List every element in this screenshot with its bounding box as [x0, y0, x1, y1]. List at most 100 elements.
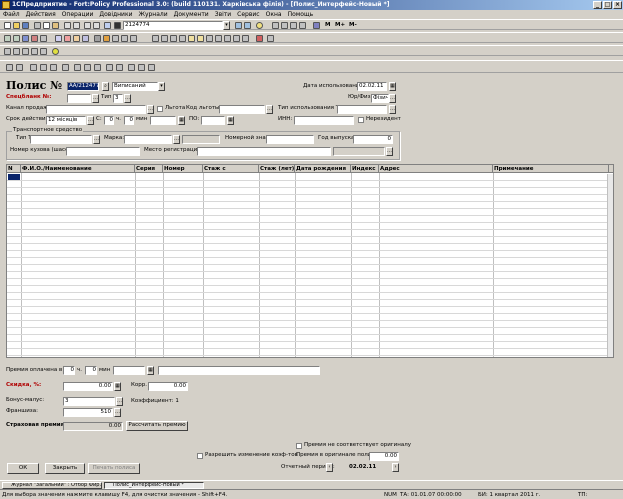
- policy-icon[interactable]: [55, 35, 62, 42]
- arrow-up-icon[interactable]: [84, 64, 91, 71]
- razreshit-checkbox[interactable]: [197, 453, 203, 459]
- settings-icon[interactable]: [267, 35, 274, 42]
- monitor-icon[interactable]: [313, 22, 320, 29]
- menu-file[interactable]: Файл: [0, 11, 23, 18]
- m-icon[interactable]: M: [325, 21, 330, 30]
- ok-button[interactable]: ОК: [7, 463, 39, 474]
- new-doc-icon[interactable]: [4, 22, 11, 29]
- col-nomer[interactable]: Номер: [163, 165, 203, 173]
- tip-use-field[interactable]: [337, 105, 387, 114]
- search-down-icon[interactable]: [244, 22, 251, 29]
- page-2-icon[interactable]: [215, 35, 222, 42]
- clipboard-icon[interactable]: [290, 22, 297, 29]
- tool-c-icon[interactable]: [22, 48, 29, 55]
- lgota-code-dropdown-icon[interactable]: …: [266, 105, 273, 114]
- status-dropdown-icon[interactable]: ▾: [158, 82, 165, 91]
- grid-2-icon[interactable]: [161, 35, 168, 42]
- yur-fiz-dropdown-icon[interactable]: …: [389, 94, 396, 103]
- money-icon[interactable]: [103, 35, 110, 42]
- po-date-calendar-icon[interactable]: ▦: [227, 116, 234, 125]
- menu-directories[interactable]: Довідники: [96, 11, 135, 18]
- marka-field[interactable]: [124, 135, 172, 144]
- search-dropdown-icon[interactable]: ▾: [223, 21, 230, 30]
- page-icon[interactable]: [206, 35, 213, 42]
- flag-icon[interactable]: [64, 35, 71, 42]
- filter-off-icon[interactable]: [138, 64, 145, 71]
- menu-operations[interactable]: Операции: [59, 11, 97, 18]
- skidka-field[interactable]: 0.00: [63, 382, 113, 391]
- menu-actions[interactable]: Действия: [23, 11, 59, 18]
- channel-dropdown-icon[interactable]: …: [147, 105, 154, 114]
- phone-icon[interactable]: [112, 35, 119, 42]
- tip-field[interactable]: 3: [113, 94, 123, 103]
- minimize-button[interactable]: _: [593, 1, 602, 9]
- bonus-malus-field[interactable]: 3: [63, 397, 115, 406]
- col-seriya[interactable]: Серия: [135, 165, 163, 173]
- preview-icon[interactable]: [73, 22, 80, 29]
- save-icon[interactable]: [22, 22, 29, 29]
- ne-sootv-checkbox[interactable]: [296, 443, 302, 449]
- col-stazh-s[interactable]: Стаж с: [203, 165, 259, 173]
- menu-help[interactable]: Помощь: [285, 11, 317, 18]
- open-folder-icon[interactable]: [13, 22, 20, 29]
- print-button[interactable]: Печать полиса: [88, 463, 140, 474]
- polis-number-field[interactable]: АА/2124774: [67, 82, 99, 91]
- col-birth-date[interactable]: Дата рождения: [295, 165, 351, 173]
- premiya-date-field[interactable]: [113, 366, 145, 375]
- form-action-2-icon[interactable]: [16, 64, 23, 71]
- folder-2-icon[interactable]: [197, 35, 204, 42]
- tool-e-icon[interactable]: [40, 48, 47, 55]
- franshiza-dropdown-icon[interactable]: …: [114, 408, 121, 417]
- print-icon[interactable]: [64, 22, 71, 29]
- cursor-icon[interactable]: [148, 64, 155, 71]
- sort-asc-icon[interactable]: [106, 64, 113, 71]
- nerezident-checkbox[interactable]: [358, 117, 364, 123]
- form-action-3-icon[interactable]: [30, 64, 37, 71]
- col-address[interactable]: Адрес: [379, 165, 493, 173]
- date-use-calendar-icon[interactable]: ▦: [389, 82, 396, 91]
- directory-icon[interactable]: [22, 35, 29, 42]
- form-action-7-icon[interactable]: [74, 64, 81, 71]
- close-window-button[interactable]: ×: [613, 1, 622, 9]
- skidka-calc-icon[interactable]: ▦: [114, 382, 121, 391]
- form-action-5-icon[interactable]: [50, 64, 57, 71]
- c-hour-field[interactable]: 0: [104, 116, 114, 125]
- premiya-extra-field[interactable]: [158, 366, 320, 375]
- special-blank-dropdown-icon[interactable]: …: [92, 94, 99, 103]
- nomer-field[interactable]: [266, 135, 314, 144]
- m-minus-icon[interactable]: M-: [349, 21, 357, 30]
- grid-3-icon[interactable]: [170, 35, 177, 42]
- tip-ts-field[interactable]: [30, 135, 92, 144]
- form-action-4-icon[interactable]: [40, 64, 47, 71]
- task-polis[interactable]: Полис_Интерфейс-Новый *: [104, 482, 204, 489]
- person-icon[interactable]: [73, 35, 80, 42]
- inn-field[interactable]: [294, 116, 354, 125]
- channel-field[interactable]: [46, 105, 146, 114]
- arrow-down-icon[interactable]: [94, 64, 101, 71]
- find-icon[interactable]: [104, 22, 111, 29]
- srok-field[interactable]: 12 місяців: [46, 116, 86, 125]
- menu-service[interactable]: Сервис: [234, 11, 262, 18]
- m-plus-icon[interactable]: M+: [335, 21, 345, 30]
- mesto-field[interactable]: [197, 147, 331, 156]
- col-stazh-let[interactable]: Стаж (лет): [259, 165, 295, 173]
- god-field[interactable]: 0: [353, 135, 393, 144]
- help-lightbulb-icon[interactable]: [256, 22, 263, 29]
- tool-d-icon[interactable]: [31, 48, 38, 55]
- grid-4-icon[interactable]: [179, 35, 186, 42]
- po-date-field[interactable]: [201, 116, 225, 125]
- mesto-dropdown-icon[interactable]: …: [386, 147, 393, 156]
- table-scrollbar[interactable]: [607, 174, 613, 357]
- yur-fiz-field[interactable]: Фізич: [371, 94, 389, 103]
- bonus-malus-dropdown-icon[interactable]: …: [116, 397, 123, 406]
- filter-icon[interactable]: [128, 64, 135, 71]
- col-name[interactable]: Ф.И.О./Наименование: [21, 165, 135, 173]
- journal-2-icon[interactable]: [13, 35, 20, 42]
- page-3-icon[interactable]: [224, 35, 231, 42]
- form-action-1-icon[interactable]: [6, 64, 13, 71]
- search-combo[interactable]: 2124774: [123, 21, 223, 30]
- marka-dropdown-icon[interactable]: …: [173, 135, 180, 144]
- close-button[interactable]: Закрыть: [45, 463, 85, 474]
- col-note[interactable]: Примечание: [493, 165, 609, 173]
- premiya-hour-field[interactable]: 0: [63, 366, 75, 375]
